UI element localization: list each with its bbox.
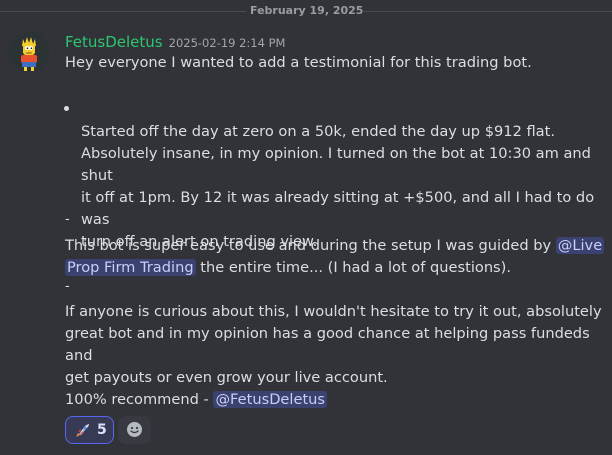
quote-line: it off at 1pm. By 12 it was already sitt… [81, 189, 595, 228]
message-line-1: Hey everyone I wanted to add a testimoni… [65, 54, 532, 71]
recommend-text: 100% recommend - [65, 391, 214, 408]
quote-line: Absolutely insane, in my opinion. I turn… [81, 145, 591, 184]
paragraph-2-text-end: the entire time... (I had a lot of quest… [195, 259, 511, 276]
reaction-rocket[interactable]: 5 [65, 416, 114, 444]
quote-line: Started off the day at zero on a 50k, en… [81, 123, 555, 140]
add-reaction-button[interactable] [118, 416, 151, 444]
avatar[interactable] [9, 32, 49, 72]
dash-separator: - [65, 279, 70, 294]
paragraph-2-line-1: This bot is super easy to use and during… [65, 235, 605, 257]
bullet-dot [64, 106, 69, 111]
message-header: FetusDeletus 2025-02-19 2:14 PM [65, 32, 285, 51]
mention-live-prop-firm-trading-cont[interactable]: Prop Firm Trading [65, 259, 196, 276]
message-paragraph-3: If anyone is curious about this, I would… [65, 301, 605, 389]
paragraph-2-text: This bot is super easy to use and during… [65, 237, 556, 254]
paragraph-3-line: get payouts or even grow your live accou… [65, 369, 388, 386]
avatar-image [9, 32, 49, 72]
message-quote-block: Started off the day at zero on a 50k, en… [81, 121, 601, 253]
message-timestamp: 2025-02-19 2:14 PM [168, 36, 286, 50]
smile-icon [127, 422, 142, 437]
paragraph-3-line: If anyone is curious about this, I would… [65, 303, 602, 320]
message-paragraph-2: This bot is super easy to use and during… [65, 235, 605, 279]
message-recommend-line: 100% recommend - @FetusDeletus [65, 389, 605, 411]
mention-fetusdeletus[interactable]: @FetusDeletus [213, 391, 328, 408]
mention-live-prop-firm-trading[interactable]: @Live [555, 237, 605, 254]
date-divider-label: February 19, 2025 [250, 4, 364, 17]
dash-separator: - [65, 212, 70, 227]
rocket-icon [76, 424, 89, 437]
date-divider: February 19, 2025 [0, 0, 612, 22]
paragraph-2-line-2: Prop Firm Trading the entire time... (I … [65, 257, 605, 279]
reaction-count: 5 [97, 422, 107, 438]
message-username[interactable]: FetusDeletus [65, 33, 163, 51]
divider-line-right [362, 11, 612, 12]
divider-line-left [0, 11, 246, 12]
paragraph-3-line: great bot and in my opinion has a good c… [65, 325, 590, 364]
